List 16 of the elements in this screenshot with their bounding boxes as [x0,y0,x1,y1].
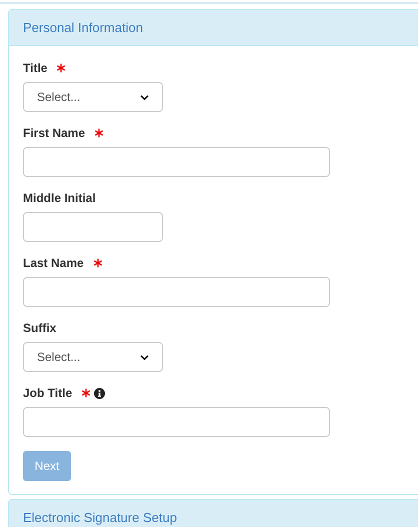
panel-header[interactable]: Personal Information [9,10,418,46]
text-input-field[interactable] [23,277,330,307]
field-label: Last Name [23,255,84,272]
select-dropdown[interactable]: Select... [23,82,163,112]
field-label: Suffix [23,320,56,337]
panel-title: Electronic Signature Setup [23,509,177,527]
field-label: Job Title [23,385,72,402]
text-input-field[interactable] [23,407,330,437]
field-label: First Name [23,125,86,142]
field-label: Middle Initial [23,190,96,207]
text-input-field[interactable] [23,147,330,177]
panel-header[interactable]: Electronic Signature Setup [9,500,418,527]
field-label: Title [23,60,48,77]
select-dropdown[interactable]: Select... [23,342,163,372]
panel-title: Personal Information [23,18,143,37]
text-input-field[interactable] [23,212,163,242]
